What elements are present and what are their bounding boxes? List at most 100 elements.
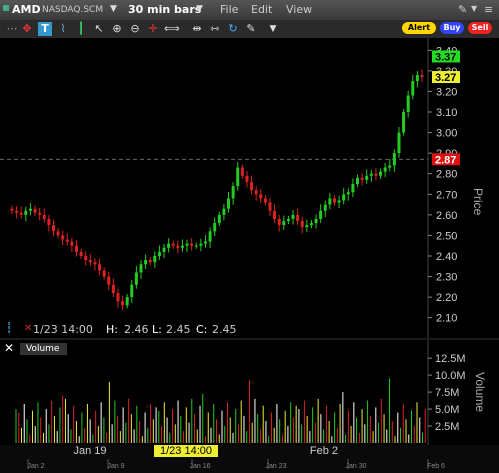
price-tick-label: 2.10 <box>436 313 457 325</box>
price-tick-label: 3.20 <box>436 86 457 98</box>
candle-body <box>51 225 55 232</box>
volume-tick-label: 12.5M <box>435 353 466 365</box>
candle-body <box>319 210 323 219</box>
candle-body <box>102 270 106 277</box>
info-low-label: L: <box>152 323 162 336</box>
scroll-icon[interactable]: ⟺ <box>164 22 180 36</box>
candle-body <box>185 243 189 246</box>
menu-file[interactable]: File <box>220 3 238 16</box>
zoom-out-icon[interactable]: ⊖ <box>128 22 142 36</box>
menu-edit[interactable]: Edit <box>251 3 272 16</box>
candle-body <box>231 186 235 199</box>
x-axis-label: Feb 2 <box>310 445 338 457</box>
candle-body <box>337 200 341 203</box>
candle-body <box>286 218 290 222</box>
bar-chart-icon[interactable]: ┃ <box>74 22 88 36</box>
candle-body <box>180 245 184 248</box>
wrench-icon[interactable]: ✎ <box>244 22 258 36</box>
volume-chart[interactable]: 12.5M 10.0M 7.5M 5.0M 2.5M Volume <box>0 340 499 445</box>
candle-body <box>130 284 134 298</box>
candle-body <box>222 208 226 215</box>
line-chart-icon[interactable]: ⌇ <box>56 22 70 36</box>
window-menu-icon[interactable]: ≡ <box>484 3 493 16</box>
candle-body <box>33 208 37 213</box>
candle-body <box>415 74 419 82</box>
price-tick-label: 2.70 <box>436 189 457 201</box>
candle-body <box>379 171 383 176</box>
symbol-dropdown-icon[interactable]: ▼ <box>110 4 117 14</box>
candle-body <box>273 210 277 219</box>
candle-body <box>134 272 138 285</box>
candle-body <box>360 177 364 180</box>
candle-body <box>139 264 143 273</box>
settings-dropdown-icon[interactable]: ▼ <box>471 4 477 13</box>
price-chart[interactable]: 3.403.303.203.103.002.902.802.702.602.50… <box>0 38 499 338</box>
menu-view[interactable]: View <box>286 3 312 16</box>
candle-body <box>309 223 313 226</box>
price-tick-label: 2.80 <box>436 169 457 181</box>
price-pane[interactable]: 3.403.303.203.103.002.902.802.702.602.50… <box>0 38 499 338</box>
window-dock-icon[interactable] <box>3 5 9 11</box>
candle-body <box>369 173 373 176</box>
candle-body <box>98 264 102 271</box>
candle-body <box>28 208 32 211</box>
pane-handle-icon[interactable]: ┇ <box>6 323 12 334</box>
candle-body <box>402 112 406 133</box>
candle-body <box>277 218 281 226</box>
candle-body <box>111 284 115 294</box>
candle-body <box>19 212 23 215</box>
bar-size-dropdown-icon[interactable]: ▼ <box>196 4 203 14</box>
candle-body <box>411 81 415 96</box>
price-tick-label: 3.00 <box>436 128 457 140</box>
grid-icon[interactable]: ⋯ <box>5 22 19 36</box>
crosshair-icon[interactable]: ✛ <box>146 22 160 36</box>
exchange-label: NASDAQ.SCM <box>42 5 104 15</box>
candle-body <box>227 198 231 209</box>
candle-body <box>65 239 69 242</box>
candle-body <box>383 167 387 172</box>
draw-icon[interactable]: ✥ <box>20 22 34 36</box>
cursor-icon[interactable]: ↖ <box>92 22 106 36</box>
candle-body <box>47 218 51 226</box>
volume-pane[interactable]: 12.5M 10.0M 7.5M 5.0M 2.5M Volume ✕ Volume <box>0 340 499 445</box>
close-info-icon[interactable]: ✕ <box>24 323 32 334</box>
candle-body <box>107 276 111 285</box>
candle-body <box>406 95 410 112</box>
current-price-badge: 3.27 <box>435 72 456 84</box>
candle-body <box>167 243 171 248</box>
candle-body <box>199 243 203 246</box>
symbol-label[interactable]: AMD <box>12 3 41 16</box>
fit-width-icon[interactable]: ⇿ <box>208 22 222 36</box>
dropdown-icon[interactable]: ▼ <box>266 22 280 36</box>
sell-button[interactable]: Sell <box>468 22 492 34</box>
price-tick-label: 2.50 <box>436 230 457 242</box>
candle-body <box>56 231 60 236</box>
fit-icon[interactable]: ⇹ <box>190 22 204 36</box>
candle-body <box>351 184 355 193</box>
toolbar: ⋯ ✥ T ⌇ ┃ ↖ ⊕ ⊖ ✛ ⟺ ⇹ ⇿ ↻ ✎ ▼ Alert Buy … <box>0 20 499 39</box>
info-low: 2.45 <box>166 323 191 336</box>
candle-body <box>176 245 180 248</box>
candle-body <box>38 212 42 215</box>
close-volume-icon[interactable]: ✕ <box>4 341 14 355</box>
candle-body <box>259 194 263 199</box>
zoom-in-icon[interactable]: ⊕ <box>110 22 124 36</box>
candle-body <box>300 221 304 228</box>
text-tool-icon[interactable]: T <box>38 22 52 36</box>
x-axis-small-label: Jan 16 <box>189 463 210 470</box>
candle-body <box>116 293 120 302</box>
alert-button[interactable]: Alert <box>402 22 436 34</box>
info-time: 1/23 14:00 <box>33 323 93 336</box>
wrench-settings-icon[interactable]: ✎ <box>458 3 467 16</box>
x-axis: Jan 19 Feb 2 1/23 14:00 Jan 2 Jan 9 Jan 16 Jan… <box>0 445 499 473</box>
chart-window: AMD NASDAQ.SCM ▼ 30 min bars ▼ File Edit… <box>0 0 499 473</box>
candle-body <box>153 256 157 263</box>
x-axis-small-label: Feb 6 <box>427 463 445 470</box>
candle-body <box>365 175 369 180</box>
candle-body <box>190 243 194 246</box>
candle-body <box>144 260 148 265</box>
volume-tick-label: 5.0M <box>435 404 459 416</box>
refresh-icon[interactable]: ↻ <box>226 22 240 36</box>
bar-size-label[interactable]: 30 min bars <box>128 3 201 16</box>
buy-button[interactable]: Buy <box>440 22 464 34</box>
